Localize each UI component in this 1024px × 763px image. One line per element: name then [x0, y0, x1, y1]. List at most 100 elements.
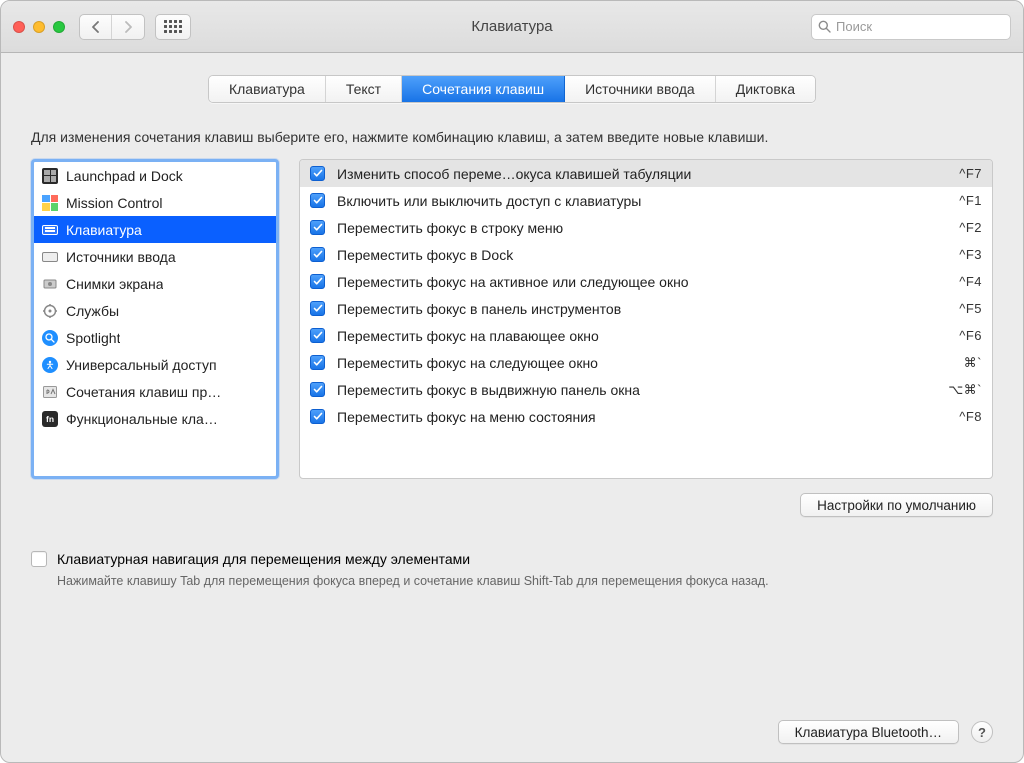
shortcut-row[interactable]: Переместить фокус в панель инструментов ^… — [300, 295, 992, 322]
access-icon — [42, 357, 58, 373]
shortcut-row[interactable]: Включить или выключить доступ с клавиату… — [300, 187, 992, 214]
input-icon — [42, 249, 58, 265]
category-label: Сочетания клавиш пр… — [66, 384, 221, 400]
shortcut-list[interactable]: Изменить способ переме…окуса клавишей та… — [299, 159, 993, 479]
shortcut-row[interactable]: Переместить фокус на активное или следую… — [300, 268, 992, 295]
tab-3[interactable]: Источники ввода — [565, 76, 716, 102]
shortcut-row[interactable]: Переместить фокус в выдвижную панель окн… — [300, 376, 992, 403]
shortcut-checkbox[interactable] — [310, 220, 325, 235]
keyboard-navigation-hint: Нажимайте клавишу Tab для перемещения фо… — [57, 573, 993, 591]
help-button[interactable]: ? — [971, 721, 993, 743]
tab-4[interactable]: Диктовка — [716, 76, 815, 102]
search-input[interactable] — [836, 19, 1004, 34]
shortcut-key: ⌘` — [964, 355, 982, 371]
bottom-actions: Клавиатура Bluetooth… ? — [31, 720, 993, 744]
shortcut-key: ^F5 — [959, 301, 982, 316]
shortcut-checkbox[interactable] — [310, 301, 325, 316]
category-item[interactable]: Mission Control — [34, 189, 276, 216]
shortcut-checkbox[interactable] — [310, 274, 325, 289]
shortcut-label: Переместить фокус на следующее окно — [337, 355, 952, 371]
shortcut-checkbox[interactable] — [310, 193, 325, 208]
category-label: Снимки экрана — [66, 276, 163, 292]
preferences-window: Клавиатура КлавиатураТекстСочетания клав… — [0, 0, 1024, 763]
grid-icon — [164, 20, 182, 33]
shortcut-row[interactable]: Переместить фокус в строку меню ^F2 — [300, 214, 992, 241]
shortcut-key: ^F7 — [959, 166, 982, 181]
content-area: КлавиатураТекстСочетания клавишИсточники… — [1, 53, 1023, 762]
mission-icon — [42, 195, 58, 211]
category-item[interactable]: Снимки экрана — [34, 270, 276, 297]
close-window-button[interactable] — [13, 21, 25, 33]
keyboard-navigation-option: Клавиатурная навигация для перемещения м… — [31, 551, 993, 567]
shortcut-checkbox[interactable] — [310, 382, 325, 397]
category-item[interactable]: Spotlight — [34, 324, 276, 351]
shortcut-key: ^F6 — [959, 328, 982, 343]
category-item[interactable]: Универсальный доступ — [34, 351, 276, 378]
defaults-row: Настройки по умолчанию — [31, 493, 993, 517]
spotlight-icon — [42, 330, 58, 346]
shortcut-key: ^F2 — [959, 220, 982, 235]
category-item[interactable]: Клавиатура — [34, 216, 276, 243]
category-item[interactable]: Источники ввода — [34, 243, 276, 270]
category-list[interactable]: Launchpad и Dock Mission Control Клавиатур… — [31, 159, 279, 479]
shortcut-label: Изменить способ переме…окуса клавишей та… — [337, 166, 947, 182]
category-item[interactable]: Launchpad и Dock — [34, 162, 276, 189]
help-icon: ? — [978, 725, 986, 740]
shortcut-key: ^F4 — [959, 274, 982, 289]
search-field[interactable] — [811, 14, 1011, 40]
shortcut-label: Переместить фокус на плавающее окно — [337, 328, 947, 344]
shortcut-checkbox[interactable] — [310, 328, 325, 343]
chevron-right-icon — [123, 21, 133, 33]
shortcut-checkbox[interactable] — [310, 166, 325, 181]
category-label: Функциональные кла… — [66, 411, 218, 427]
services-icon — [42, 303, 58, 319]
restore-defaults-button[interactable]: Настройки по умолчанию — [800, 493, 993, 517]
shortcut-label: Переместить фокус на активное или следую… — [337, 274, 947, 290]
keyboard-icon — [42, 222, 58, 238]
shortcut-label: Переместить фокус в панель инструментов — [337, 301, 947, 317]
shortcut-label: Переместить фокус в строку меню — [337, 220, 947, 236]
minimize-window-button[interactable] — [33, 21, 45, 33]
shortcut-row[interactable]: Переместить фокус на меню состояния ^F8 — [300, 403, 992, 430]
tab-bar: КлавиатураТекстСочетания клавишИсточники… — [208, 75, 816, 103]
chevron-left-icon — [91, 21, 101, 33]
bluetooth-keyboard-button[interactable]: Клавиатура Bluetooth… — [778, 720, 959, 744]
tab-2[interactable]: Сочетания клавиш — [402, 76, 565, 102]
search-icon — [818, 20, 831, 33]
shortcut-key: ^F1 — [959, 193, 982, 208]
screenshot-icon — [42, 276, 58, 292]
shortcut-checkbox[interactable] — [310, 247, 325, 262]
shortcut-checkbox[interactable] — [310, 409, 325, 424]
shortcuts-panels: Launchpad и Dock Mission Control Клавиатур… — [31, 159, 993, 479]
keyboard-navigation-checkbox[interactable] — [31, 551, 47, 567]
shortcut-key: ^F3 — [959, 247, 982, 262]
nav-buttons — [79, 14, 145, 40]
tab-1[interactable]: Текст — [326, 76, 402, 102]
back-button[interactable] — [80, 15, 112, 39]
shortcut-label: Переместить фокус на меню состояния — [337, 409, 947, 425]
category-label: Spotlight — [66, 330, 120, 346]
category-item[interactable]: fnФункциональные кла… — [34, 405, 276, 432]
shortcut-row[interactable]: Переместить фокус в Dock ^F3 — [300, 241, 992, 268]
shortcut-label: Переместить фокус в Dock — [337, 247, 947, 263]
zoom-window-button[interactable] — [53, 21, 65, 33]
category-label: Launchpad и Dock — [66, 168, 183, 184]
shortcut-checkbox[interactable] — [310, 355, 325, 370]
launchpad-icon — [42, 168, 58, 184]
category-item[interactable]: Сочетания клавиш пр… — [34, 378, 276, 405]
forward-button[interactable] — [112, 15, 144, 39]
shortcut-key: ^F8 — [959, 409, 982, 424]
show-all-button[interactable] — [155, 14, 191, 40]
shortcut-label: Переместить фокус в выдвижную панель окн… — [337, 382, 936, 398]
category-label: Универсальный доступ — [66, 357, 217, 373]
instruction-text: Для изменения сочетания клавиш выберите … — [31, 127, 911, 147]
shortcut-row[interactable]: Изменить способ переме…окуса клавишей та… — [300, 160, 992, 187]
keyboard-navigation-label: Клавиатурная навигация для перемещения м… — [57, 551, 470, 567]
tab-0[interactable]: Клавиатура — [209, 76, 326, 102]
shortcut-row[interactable]: Переместить фокус на плавающее окно ^F6 — [300, 322, 992, 349]
category-label: Источники ввода — [66, 249, 176, 265]
category-label: Mission Control — [66, 195, 162, 211]
category-item[interactable]: Службы — [34, 297, 276, 324]
shortcut-label: Включить или выключить доступ с клавиату… — [337, 193, 947, 209]
shortcut-row[interactable]: Переместить фокус на следующее окно ⌘` — [300, 349, 992, 376]
